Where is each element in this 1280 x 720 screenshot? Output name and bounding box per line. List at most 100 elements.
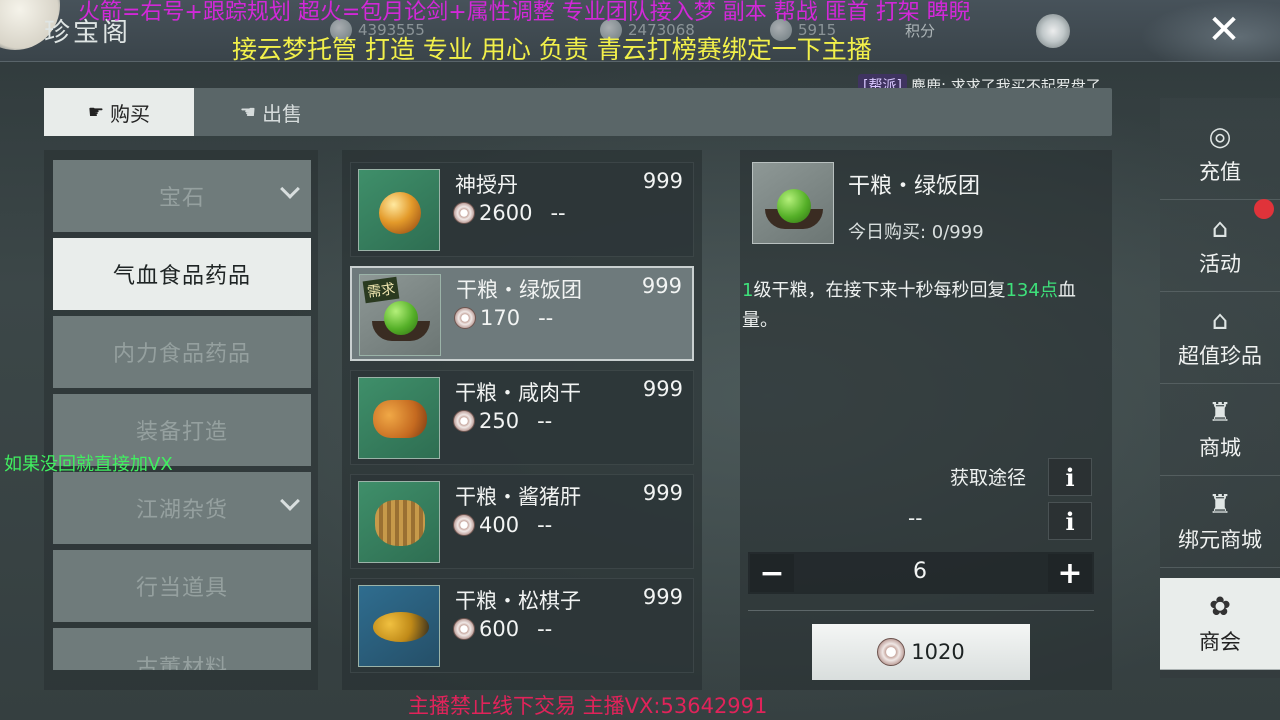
category-label: 江湖杂货 bbox=[135, 498, 228, 523]
item-price-value: 400 bbox=[479, 513, 520, 537]
item-image bbox=[358, 585, 440, 667]
source-info-button[interactable]: i bbox=[1048, 458, 1092, 496]
item-price-limit: -- bbox=[538, 306, 554, 330]
list-item[interactable]: 需求 干粮・绿饭团 999 170 -- bbox=[350, 266, 694, 361]
item-image: 需求 bbox=[359, 274, 441, 356]
side-nav-value-treasures[interactable]: ⌂ 超值珍品 bbox=[1160, 292, 1280, 384]
pagoda-icon: ♜ bbox=[1208, 489, 1232, 520]
item-price-value: 170 bbox=[480, 306, 521, 330]
pine-nut-icon bbox=[373, 612, 429, 642]
desc-text-1: 级干粮，在接下来十秒每秒回复 bbox=[753, 280, 1006, 301]
item-price: 170 -- bbox=[454, 306, 553, 330]
pagoda-icon: ♜ bbox=[1208, 397, 1232, 428]
item-price: 600 -- bbox=[453, 617, 552, 641]
coin-icon bbox=[877, 638, 906, 666]
category-hp-food[interactable]: 气血食品药品 bbox=[53, 238, 311, 310]
category-label: 气血食品药品 bbox=[112, 264, 251, 289]
item-name: 干粮・酱猪肝 bbox=[455, 485, 581, 509]
item-image bbox=[358, 169, 440, 251]
detail-description: 1级干粮，在接下来十秒每秒回复134点血量。 bbox=[742, 276, 1102, 336]
item-price-value: 2600 bbox=[479, 201, 533, 225]
stream-overlay-top-line1: 火箭=右号+跟踪规划 超火=包月论剑+属性调整 专业团队接入梦 副本 帮战 匪首… bbox=[78, 0, 971, 25]
sell-hand-icon: ☚ bbox=[239, 101, 257, 123]
item-stock: 999 bbox=[642, 169, 683, 193]
price-info-button[interactable]: i bbox=[1048, 502, 1092, 540]
detail-item-name: 干粮・绿饭团 bbox=[848, 174, 981, 199]
category-label: 古董材料 bbox=[135, 656, 228, 670]
side-nav-label: 商城 bbox=[1199, 435, 1241, 460]
pavilion-icon: ⌂ bbox=[1211, 305, 1229, 336]
list-item[interactable]: 干粮・酱猪肝 999 400 -- bbox=[350, 474, 694, 569]
purchase-total: 1020 bbox=[911, 640, 965, 664]
detail-daily-purchase: 今日购买: 0/999 bbox=[848, 222, 984, 243]
category-label: 行当道具 bbox=[135, 576, 228, 601]
list-item[interactable]: 干粮・咸肉干 999 250 -- bbox=[350, 370, 694, 465]
category-gems[interactable]: 宝石 bbox=[53, 160, 311, 232]
buy-hand-icon: ☛ bbox=[87, 101, 105, 123]
item-name: 干粮・绿饭团 bbox=[456, 278, 582, 302]
rice-ball-icon bbox=[777, 189, 811, 223]
divider bbox=[748, 610, 1094, 611]
item-name: 神授丹 bbox=[455, 173, 518, 197]
money-bag-icon: ◎ bbox=[1208, 121, 1232, 152]
category-antique-materials[interactable]: 古董材料 bbox=[53, 628, 311, 670]
golden-pill-icon bbox=[379, 192, 421, 234]
tab-sell[interactable]: ☚ 出售 bbox=[216, 88, 326, 136]
list-item[interactable]: 干粮・松棋子 999 600 -- bbox=[350, 578, 694, 673]
desc-amount: 134 bbox=[1005, 280, 1040, 301]
stream-overlay-bottom-note: 主播禁止线下交易 主播VX:53642991 bbox=[408, 694, 768, 718]
chevron-down-icon bbox=[280, 179, 300, 199]
category-sundries[interactable]: 江湖杂货 bbox=[53, 472, 311, 544]
tab-sell-label: 出售 bbox=[262, 101, 303, 126]
item-price: 400 -- bbox=[453, 513, 552, 537]
item-price-value: 250 bbox=[479, 409, 520, 433]
side-nav-chamber-of-commerce[interactable]: ✿ 商会 bbox=[1160, 578, 1280, 670]
item-image bbox=[358, 377, 440, 459]
notification-dot bbox=[1254, 199, 1274, 219]
item-stock: 999 bbox=[642, 481, 683, 505]
jerky-icon bbox=[373, 400, 427, 438]
detail-item-image bbox=[752, 162, 834, 244]
item-image bbox=[358, 481, 440, 563]
category-label: 内力食品药品 bbox=[112, 342, 251, 367]
tab-buy[interactable]: ☛ 购买 bbox=[44, 88, 194, 136]
rice-ball-icon bbox=[384, 301, 418, 335]
demand-badge: 需求 bbox=[362, 276, 400, 304]
side-nav-label: 绑元商城 bbox=[1178, 527, 1262, 552]
purchase-button[interactable]: 1020 bbox=[812, 624, 1030, 680]
side-nav-mall[interactable]: ♜ 商城 bbox=[1160, 384, 1280, 476]
score-medal-icon bbox=[1036, 14, 1070, 48]
item-price: 2600 -- bbox=[453, 201, 566, 225]
increase-quantity-button[interactable]: + bbox=[1048, 554, 1092, 592]
side-nav-label: 活动 bbox=[1199, 251, 1241, 276]
quantity-input[interactable]: 6 bbox=[800, 559, 1040, 584]
source-value: -- bbox=[908, 506, 923, 530]
category-label: 宝石 bbox=[158, 186, 205, 211]
stream-overlay-top-line2: 接云梦托管 打造 专业 用心 负责 青云打榜赛绑定一下主播 bbox=[232, 35, 872, 64]
decrease-quantity-button[interactable]: − bbox=[750, 554, 794, 592]
pavilion-icon: ⌂ bbox=[1211, 213, 1229, 244]
category-mp-food[interactable]: 内力食品药品 bbox=[53, 316, 311, 388]
category-trade-tools[interactable]: 行当道具 bbox=[53, 550, 311, 622]
item-price-limit: -- bbox=[537, 409, 553, 433]
side-nav-recharge[interactable]: ◎ 充值 bbox=[1160, 108, 1280, 200]
item-stock: 999 bbox=[641, 274, 682, 298]
coin-icon bbox=[453, 202, 475, 224]
close-button[interactable]: ✕ bbox=[1202, 8, 1246, 52]
side-nav-label: 充值 bbox=[1199, 159, 1241, 184]
item-price-limit: -- bbox=[550, 201, 566, 225]
category-label: 装备打造 bbox=[135, 420, 228, 445]
steamer-basket-icon bbox=[375, 500, 425, 546]
source-label: 获取途径 bbox=[950, 467, 1027, 489]
desc-unit: 点 bbox=[1039, 280, 1058, 301]
list-item[interactable]: 神授丹 999 2600 -- bbox=[350, 162, 694, 257]
item-price-limit: -- bbox=[537, 617, 553, 641]
stream-overlay-left-note: 如果没回就直接加VX bbox=[4, 454, 173, 475]
side-nav-bound-mall[interactable]: ♜ 绑元商城 bbox=[1160, 476, 1280, 568]
tab-buy-label: 购买 bbox=[110, 101, 151, 126]
item-stock: 999 bbox=[642, 585, 683, 609]
item-name: 干粮・松棋子 bbox=[455, 589, 581, 613]
item-name: 干粮・咸肉干 bbox=[455, 381, 581, 405]
item-price-limit: -- bbox=[537, 513, 553, 537]
chevron-down-icon bbox=[280, 491, 300, 511]
